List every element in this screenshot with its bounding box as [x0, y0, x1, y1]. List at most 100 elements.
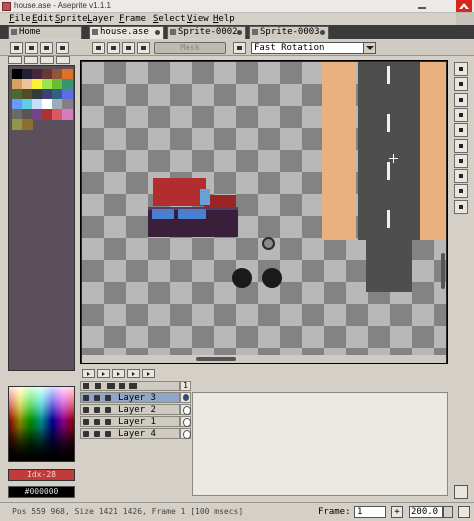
layer-row[interactable]: Layer 1: [80, 416, 180, 427]
line-icon[interactable]: [454, 153, 468, 168]
selection-add-icon[interactable]: [107, 42, 120, 54]
tab-house-ase-label: house.ase: [100, 27, 149, 37]
timeline-config-icon[interactable]: [454, 485, 468, 499]
palette-swatch[interactable]: [62, 109, 73, 120]
tab-sprite-0002[interactable]: Sprite-0002: [167, 26, 246, 39]
selection-intersect-icon[interactable]: [137, 42, 150, 54]
menu-help[interactable]: Help: [213, 14, 235, 24]
eyedropper-icon[interactable]: [454, 199, 468, 214]
menu-file[interactable]: File: [9, 14, 31, 24]
layer-row[interactable]: Layer 4: [80, 428, 180, 439]
palette-options-icon[interactable]: [56, 56, 70, 64]
frame-input[interactable]: 1: [354, 506, 386, 518]
menu-layer[interactable]: Layer: [87, 14, 114, 24]
cel[interactable]: [180, 404, 191, 415]
next-frame-icon[interactable]: [127, 369, 140, 378]
onion-skin-icon[interactable]: [129, 383, 137, 389]
cel[interactable]: [180, 416, 191, 427]
palette-swatch[interactable]: [22, 119, 33, 130]
cel[interactable]: [180, 428, 191, 439]
chevron-down-icon[interactable]: [363, 43, 375, 53]
lock-icon[interactable]: [95, 383, 101, 389]
continuous-icon[interactable]: [105, 395, 111, 401]
tab-sprite-0003[interactable]: Sprite-0003: [249, 26, 329, 39]
visibility-icon[interactable]: [83, 419, 89, 425]
brush-size-icon[interactable]: [25, 42, 38, 54]
lock-icon[interactable]: [94, 395, 100, 401]
visibility-icon[interactable]: [83, 407, 89, 413]
brush-angle-icon[interactable]: [40, 42, 53, 54]
continuous-icon[interactable]: [105, 407, 111, 413]
layer-name: Layer 1: [118, 417, 156, 427]
foreground-color-button[interactable]: Idx-28: [8, 469, 75, 481]
move-icon[interactable]: [454, 123, 468, 138]
previous-frame-icon[interactable]: [97, 369, 110, 378]
play-icon[interactable]: [112, 369, 125, 378]
visibility-icon[interactable]: [83, 431, 89, 437]
zoom-icon[interactable]: [454, 107, 468, 122]
visibility-icon[interactable]: [83, 395, 89, 401]
lock-icon[interactable]: [94, 431, 100, 437]
scroll-thumb[interactable]: [441, 253, 445, 289]
menu-frame[interactable]: Frame: [119, 14, 146, 24]
menu-sprite[interactable]: Sprite: [55, 14, 88, 24]
palette-presets-icon[interactable]: [40, 56, 54, 64]
sprite-editor[interactable]: [80, 60, 448, 364]
continuous-icon[interactable]: [107, 383, 115, 389]
menu-view[interactable]: View: [187, 14, 209, 24]
rotation-algorithm-select[interactable]: Fast Rotation: [251, 42, 376, 54]
pivot-icon[interactable]: [233, 42, 246, 54]
eraser-icon[interactable]: [454, 92, 468, 107]
edit-palette-icon[interactable]: [8, 56, 22, 64]
paint-bucket-icon[interactable]: [454, 138, 468, 153]
add-frame-button[interactable]: +: [391, 506, 403, 518]
layer-row[interactable]: Layer 2: [80, 404, 180, 415]
last-frame-icon[interactable]: [142, 369, 155, 378]
mask-button[interactable]: Mask: [154, 42, 226, 54]
context-bar: Mask Fast Rotation: [0, 40, 474, 56]
brush-type-icon[interactable]: [10, 42, 23, 54]
lock-icon[interactable]: [94, 407, 100, 413]
marquee-icon[interactable]: [454, 62, 468, 76]
cel[interactable]: [180, 392, 191, 403]
gear-icon[interactable]: [119, 383, 125, 389]
menu-select[interactable]: Select: [153, 14, 186, 24]
frame-header[interactable]: 1: [180, 381, 191, 391]
tab-close-icon[interactable]: [320, 30, 325, 35]
canvas-transparency-grid[interactable]: [82, 62, 446, 355]
status-options-icon[interactable]: [458, 506, 470, 518]
tab-house-ase[interactable]: house.ase: [89, 26, 164, 39]
zoom-dropdown-icon[interactable]: [443, 506, 453, 518]
layer-row[interactable]: Layer 3: [80, 392, 180, 403]
vertical-scrollbar[interactable]: [439, 63, 447, 355]
selection-replace-icon[interactable]: [92, 42, 105, 54]
horizontal-scrollbar[interactable]: [82, 355, 446, 363]
color-spectrum[interactable]: [8, 386, 75, 462]
tab-home[interactable]: Home: [8, 26, 82, 39]
background-color-button[interactable]: #000000: [8, 486, 75, 498]
blur-icon[interactable]: [454, 184, 468, 199]
tab-close-icon[interactable]: [237, 30, 242, 35]
selection-subtract-icon[interactable]: [122, 42, 135, 54]
minimize-icon[interactable]: [416, 1, 428, 11]
tab-close-icon[interactable]: [155, 30, 160, 35]
first-frame-icon[interactable]: [82, 369, 95, 378]
zoom-input[interactable]: 200.0: [409, 506, 443, 518]
ellipse-icon[interactable]: [454, 169, 468, 184]
timeline-empty-area[interactable]: [192, 392, 448, 496]
lock-icon[interactable]: [94, 419, 100, 425]
sprite-icon: [92, 29, 98, 35]
scroll-thumb[interactable]: [196, 357, 236, 361]
continuous-icon[interactable]: [105, 419, 111, 425]
palette-sort-icon[interactable]: [24, 56, 38, 64]
pencil-icon[interactable]: [454, 77, 468, 92]
continuous-icon[interactable]: [105, 431, 111, 437]
ink-icon[interactable]: [56, 42, 69, 54]
palette-grid[interactable]: [8, 65, 75, 371]
window-titlebar: house.ase - Aseprite v1.1.1: [0, 0, 474, 13]
menu-edit[interactable]: Edit: [32, 14, 54, 24]
crosshair-cursor-icon: [389, 154, 398, 163]
home-icon: [11, 29, 17, 35]
visibility-icon[interactable]: [83, 383, 89, 389]
car-wheel: [232, 268, 252, 288]
